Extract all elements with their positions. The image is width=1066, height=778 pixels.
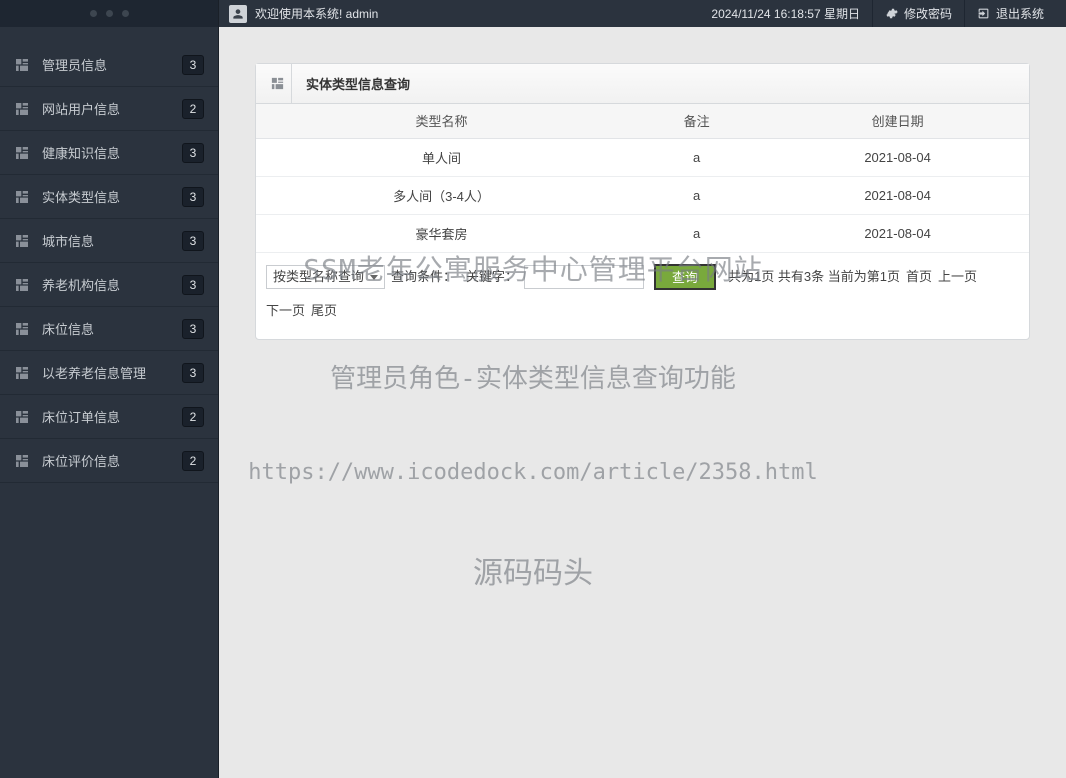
sidebar-item-label: 城市信息 (42, 231, 182, 250)
grid-icon (14, 189, 30, 205)
sidebar-item-8[interactable]: 床位订单信息2 (0, 395, 218, 439)
sidebar-item-label: 网站用户信息 (42, 99, 182, 118)
grid-icon (14, 101, 30, 117)
table-cell: 单人间 (256, 138, 627, 176)
sidebar-header (0, 0, 218, 27)
sidebar-item-badge: 2 (182, 451, 204, 471)
sidebar-item-0[interactable]: 管理员信息3 (0, 43, 218, 87)
pager-next[interactable]: 下一页 (266, 297, 305, 325)
sidebar-item-badge: 3 (182, 143, 204, 163)
search-field-select[interactable]: 按类型名称查询 (266, 265, 385, 289)
cond-label: 查询条件： (391, 263, 456, 291)
logout-icon (977, 7, 990, 20)
window-dots (90, 10, 129, 17)
sidebar-item-badge: 3 (182, 319, 204, 339)
pager-summary: 共为1页 共有3条 当前为第1页 (728, 263, 900, 291)
column-header: 备注 (627, 104, 766, 138)
sidebar-item-label: 以老养老信息管理 (42, 363, 182, 382)
grid-icon (14, 453, 30, 469)
sidebar-item-4[interactable]: 城市信息3 (0, 219, 218, 263)
column-header: 类型名称 (256, 104, 627, 138)
table-row: 多人间（3-4人）a2021-08-04 (256, 176, 1029, 214)
table-cell: 2021-08-04 (766, 214, 1029, 252)
grid-icon (14, 409, 30, 425)
sidebar-item-6[interactable]: 床位信息3 (0, 307, 218, 351)
grid-icon (14, 277, 30, 293)
sidebar-item-badge: 3 (182, 363, 204, 383)
keyword-input[interactable] (524, 265, 644, 289)
nav-list: 管理员信息3网站用户信息2健康知识信息3实体类型信息3城市信息3养老机构信息3床… (0, 43, 218, 483)
logout-button[interactable]: 退出系统 (964, 0, 1056, 27)
sidebar: 管理员信息3网站用户信息2健康知识信息3实体类型信息3城市信息3养老机构信息3床… (0, 0, 219, 778)
search-button[interactable]: 查询 (654, 264, 716, 290)
avatar-icon (229, 5, 247, 23)
grid-icon (14, 365, 30, 381)
topbar-welcome: 欢迎使用本系统! admin (229, 5, 378, 23)
sidebar-item-badge: 3 (182, 275, 204, 295)
grid-icon (14, 321, 30, 337)
table-cell: 2021-08-04 (766, 138, 1029, 176)
welcome-text: 欢迎使用本系统! admin (255, 5, 378, 22)
sidebar-item-label: 管理员信息 (42, 55, 182, 74)
pager-last[interactable]: 尾页 (311, 297, 337, 325)
sidebar-item-label: 实体类型信息 (42, 187, 182, 206)
content-area: 实体类型信息查询 类型名称备注创建日期 单人间a2021-08-04多人间（3-… (219, 27, 1066, 778)
sidebar-item-9[interactable]: 床位评价信息2 (0, 439, 218, 483)
data-table: 类型名称备注创建日期 单人间a2021-08-04多人间（3-4人）a2021-… (256, 104, 1029, 253)
table-cell: 多人间（3-4人） (256, 176, 627, 214)
pager-first[interactable]: 首页 (906, 263, 932, 291)
sidebar-item-2[interactable]: 健康知识信息3 (0, 131, 218, 175)
table-cell: a (627, 214, 766, 252)
sidebar-item-label: 健康知识信息 (42, 143, 182, 162)
panel-header: 实体类型信息查询 (256, 64, 1029, 104)
sidebar-item-badge: 3 (182, 55, 204, 75)
sidebar-item-badge: 3 (182, 187, 204, 207)
table-row: 单人间a2021-08-04 (256, 138, 1029, 176)
sidebar-item-badge: 2 (182, 99, 204, 119)
table-cell: 2021-08-04 (766, 176, 1029, 214)
sidebar-item-label: 床位订单信息 (42, 407, 182, 426)
panel-title: 实体类型信息查询 (292, 74, 410, 93)
grid-icon (14, 57, 30, 73)
sidebar-item-badge: 3 (182, 231, 204, 251)
pager-prev[interactable]: 上一页 (938, 263, 977, 291)
sidebar-item-label: 床位信息 (42, 319, 182, 338)
table-cell: a (627, 138, 766, 176)
sidebar-item-7[interactable]: 以老养老信息管理3 (0, 351, 218, 395)
sidebar-item-label: 养老机构信息 (42, 275, 182, 294)
change-password-button[interactable]: 修改密码 (872, 0, 964, 27)
grid-icon (264, 64, 292, 103)
sidebar-item-label: 床位评价信息 (42, 451, 182, 470)
query-panel: 实体类型信息查询 类型名称备注创建日期 单人间a2021-08-04多人间（3-… (255, 63, 1030, 340)
sidebar-item-5[interactable]: 养老机构信息3 (0, 263, 218, 307)
table-footer: 按类型名称查询 查询条件： 关键字： 查询 共为1页 共有3条 当前为第1页 首… (256, 253, 1029, 339)
table-cell: a (627, 176, 766, 214)
table-cell: 豪华套房 (256, 214, 627, 252)
grid-icon (14, 145, 30, 161)
topbar-datetime: 2024/11/24 16:18:57 星期日 (699, 0, 872, 27)
main: 欢迎使用本系统! admin 2024/11/24 16:18:57 星期日 修… (219, 0, 1066, 778)
keyword-label: 关键字： (466, 263, 518, 291)
column-header: 创建日期 (766, 104, 1029, 138)
sidebar-item-3[interactable]: 实体类型信息3 (0, 175, 218, 219)
topbar: 欢迎使用本系统! admin 2024/11/24 16:18:57 星期日 修… (219, 0, 1066, 27)
sidebar-item-badge: 2 (182, 407, 204, 427)
gear-icon (885, 7, 898, 20)
sidebar-item-1[interactable]: 网站用户信息2 (0, 87, 218, 131)
grid-icon (14, 233, 30, 249)
table-row: 豪华套房a2021-08-04 (256, 214, 1029, 252)
